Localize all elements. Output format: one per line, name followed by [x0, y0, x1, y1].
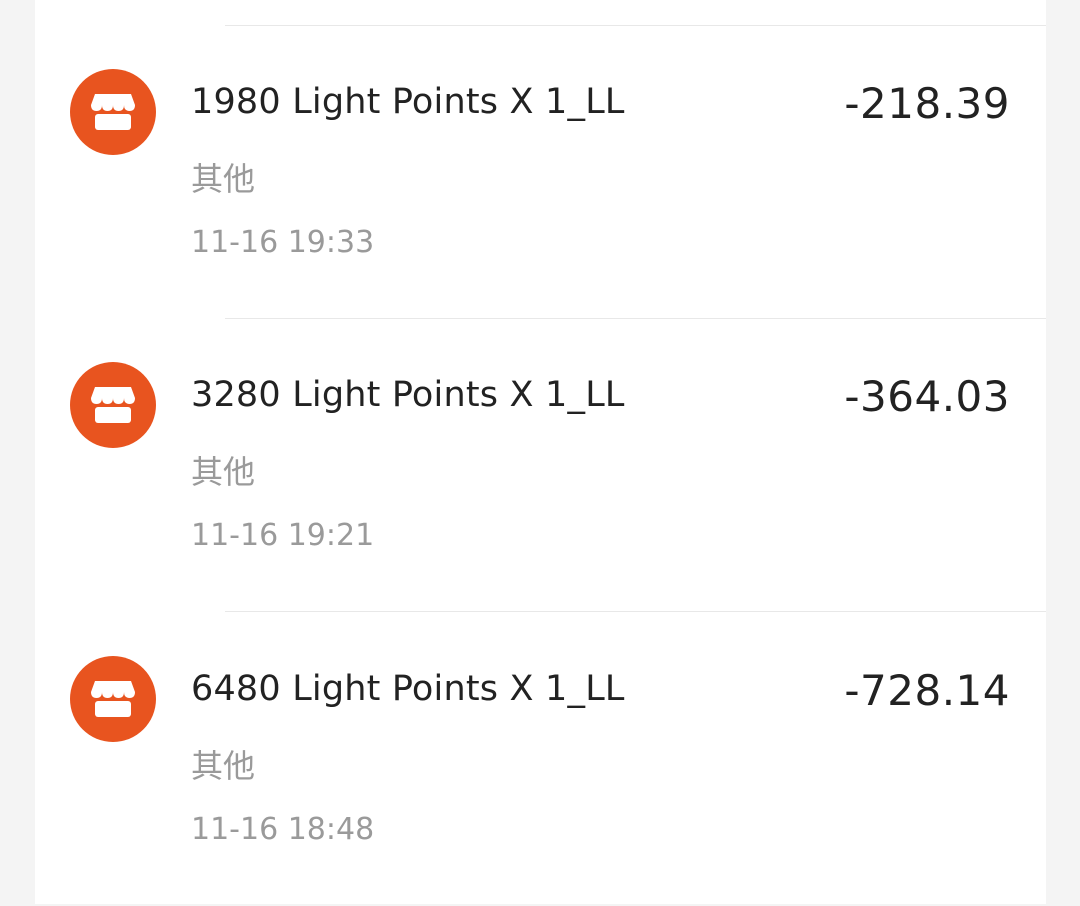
transaction-title: 6480 Light Points X 1_LL	[191, 669, 625, 709]
transaction-category: 其他	[191, 453, 256, 491]
transaction-time: 11-16 18:48	[191, 812, 375, 847]
transaction-amount: -218.39	[844, 79, 1010, 128]
store-icon	[70, 69, 156, 155]
store-glyph	[91, 681, 135, 717]
transaction-item[interactable]: 6480 Light Points X 1_LL 其他 11-16 18:48 …	[35, 613, 1046, 906]
transaction-category: 其他	[191, 747, 256, 785]
store-glyph	[91, 387, 135, 423]
transaction-amount: -728.14	[844, 666, 1010, 715]
transaction-list: 1980 Light Points X 1_LL 其他 11-16 19:33 …	[35, 0, 1046, 904]
transaction-time: 11-16 19:21	[191, 518, 375, 553]
store-glyph	[91, 94, 135, 130]
divider	[225, 611, 1046, 612]
transaction-item[interactable]: 1980 Light Points X 1_LL 其他 11-16 19:33 …	[35, 26, 1046, 319]
transaction-time: 11-16 19:33	[191, 225, 375, 260]
transaction-amount: -364.03	[844, 372, 1010, 421]
transaction-title: 3280 Light Points X 1_LL	[191, 375, 625, 415]
transaction-item[interactable]: 3280 Light Points X 1_LL 其他 11-16 19:21 …	[35, 319, 1046, 612]
transaction-category: 其他	[191, 160, 256, 198]
transaction-title: 1980 Light Points X 1_LL	[191, 82, 625, 122]
store-icon	[70, 362, 156, 448]
store-icon	[70, 656, 156, 742]
